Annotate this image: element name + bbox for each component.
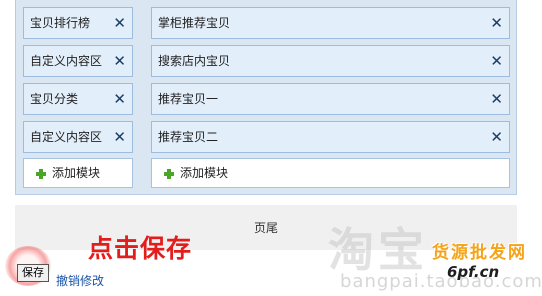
- close-icon[interactable]: ✕: [113, 84, 126, 114]
- module-left-3[interactable]: 宝贝分类 ✕: [23, 83, 133, 115]
- module-label: 宝贝排行榜: [30, 16, 91, 30]
- module-right-3[interactable]: 推荐宝贝一 ✕: [151, 83, 510, 115]
- layout-editor-panel: 宝贝排行榜 ✕ 自定义内容区 ✕ 宝贝分类 ✕ 自定义内容区 ✕ 添加模块 掌柜…: [15, 0, 517, 195]
- module-right-2[interactable]: 搜索店内宝贝 ✕: [151, 45, 510, 77]
- undo-changes-link[interactable]: 撤销修改: [56, 272, 104, 289]
- watermark-url: bangpai.taobao.com: [340, 271, 542, 292]
- close-icon[interactable]: ✕: [490, 122, 503, 152]
- module-right-1[interactable]: 掌柜推荐宝贝 ✕: [151, 7, 510, 39]
- close-icon[interactable]: ✕: [113, 46, 126, 76]
- module-label: 推荐宝贝二: [158, 130, 219, 144]
- module-left-4[interactable]: 自定义内容区 ✕: [23, 121, 133, 153]
- module-label: 自定义内容区: [30, 130, 103, 144]
- module-label: 宝贝分类: [30, 92, 79, 106]
- add-module-label: 添加模块: [52, 166, 101, 180]
- watermark-logo: 货源批发网: [432, 243, 527, 263]
- save-button[interactable]: 保存: [17, 264, 49, 282]
- module-left-1[interactable]: 宝贝排行榜 ✕: [23, 7, 133, 39]
- module-label: 搜索店内宝贝: [158, 54, 231, 68]
- plus-icon: [164, 169, 174, 179]
- module-label: 推荐宝贝一: [158, 92, 219, 106]
- close-icon[interactable]: ✕: [490, 46, 503, 76]
- module-label: 掌柜推荐宝贝: [158, 16, 231, 30]
- module-label: 自定义内容区: [30, 54, 103, 68]
- add-module-label: 添加模块: [180, 166, 229, 180]
- close-icon[interactable]: ✕: [113, 8, 126, 38]
- close-icon[interactable]: ✕: [490, 84, 503, 114]
- close-icon[interactable]: ✕: [490, 8, 503, 38]
- add-module-button-right[interactable]: 添加模块: [151, 158, 510, 188]
- module-left-2[interactable]: 自定义内容区 ✕: [23, 45, 133, 77]
- plus-icon: [36, 169, 46, 179]
- watermark-logo-sub: 6pf.cn: [447, 263, 500, 281]
- annotation-click-save: 点击保存: [88, 234, 193, 263]
- add-module-button-left[interactable]: 添加模块: [23, 158, 133, 188]
- close-icon[interactable]: ✕: [113, 122, 126, 152]
- module-right-4[interactable]: 推荐宝贝二 ✕: [151, 121, 510, 153]
